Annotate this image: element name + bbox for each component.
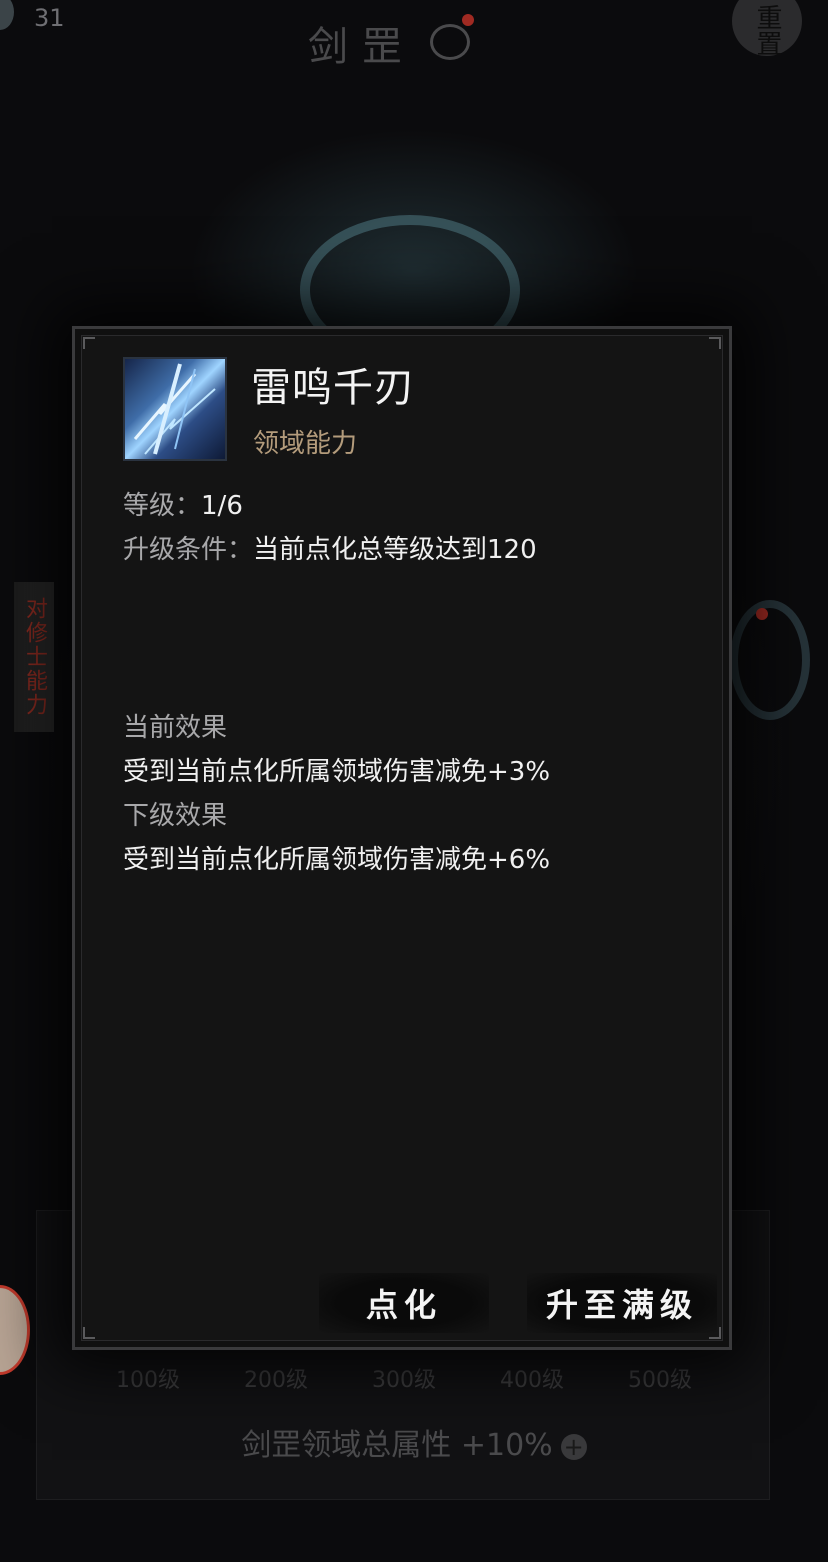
refine-button[interactable]: 点化: [319, 1273, 489, 1333]
milestone-item: 200级: [244, 1368, 308, 1393]
milestone-item: 400级: [500, 1368, 564, 1393]
domain-ring-right[interactable]: [730, 600, 810, 720]
side-tab-label: 对修士能力: [22, 597, 47, 717]
skill-name: 雷鸣千刃: [251, 365, 415, 411]
corner-ornament: [709, 337, 721, 349]
swirl-icon[interactable]: [430, 24, 470, 60]
plus-icon[interactable]: +: [560, 1433, 587, 1460]
level-label: 等级：: [123, 491, 202, 521]
player-level: 31: [34, 4, 65, 32]
skill-type: 领域能力: [253, 429, 358, 459]
next-effect-title: 下级效果: [123, 801, 228, 831]
max-level-button[interactable]: 升至满级: [527, 1273, 717, 1333]
max-level-button-label: 升至满级: [545, 1286, 698, 1324]
upgrade-value: 当前点化总等级达到120: [253, 535, 537, 565]
upgrade-condition-row: 升级条件：当前点化总等级达到120: [123, 529, 537, 566]
upgrade-label: 升级条件：: [123, 535, 254, 565]
skill-detail-popup: 雷鸣千刃 领域能力 等级：1/6 升级条件：当前点化总等级达到120 当前效果 …: [72, 326, 732, 1350]
page-title: 剑罡: [308, 24, 416, 70]
refine-button-label: 点化: [365, 1286, 442, 1324]
milestone-item: 500级: [628, 1368, 692, 1393]
corner-ornament: [83, 1327, 95, 1339]
next-effect-text: 受到当前点化所属领域伤害减免+6%: [123, 845, 551, 875]
milestone-item: 300级: [372, 1368, 436, 1393]
side-tab-cultivator-ability[interactable]: 对修士能力: [14, 582, 54, 732]
level-row: 等级：1/6: [123, 485, 243, 522]
total-bonus-text: 剑罡领域总属性 +10%: [241, 1428, 553, 1463]
level-value: 1/6: [201, 491, 243, 521]
current-effect-title: 当前效果: [123, 713, 228, 743]
milestone-item: 100级: [116, 1368, 180, 1393]
notification-dot: [756, 608, 768, 620]
milestone-list: 100级 200级 300级 400级 500级: [84, 1362, 724, 1394]
lightning-blades-icon: [123, 357, 227, 461]
corner-ornament: [83, 337, 95, 349]
reset-button-label: 重置: [752, 4, 782, 56]
total-bonus: 剑罡领域总属性 +10% +: [0, 1420, 828, 1464]
current-effect-text: 受到当前点化所属领域伤害减免+3%: [123, 757, 551, 787]
notification-dot: [462, 14, 474, 26]
